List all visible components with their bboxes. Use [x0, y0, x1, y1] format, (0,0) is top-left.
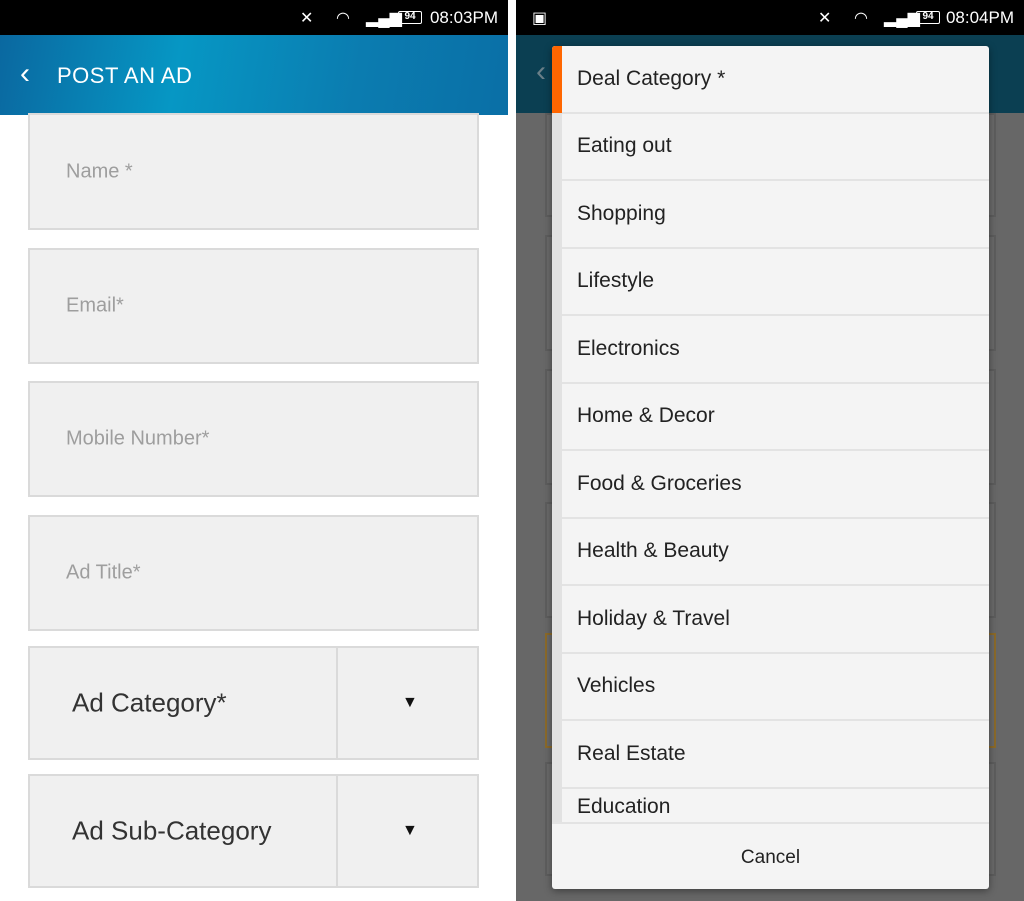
category-dialog: Deal Category * Eating out Shopping Life…	[552, 46, 989, 889]
cancel-button[interactable]: Cancel	[552, 822, 989, 889]
dropdown-arrow-icon[interactable]: ▼	[402, 694, 418, 712]
status-bar: ▣ ✕ ◠ ▂▄▆ 94 08:04PM	[516, 0, 1024, 35]
mobile-number-input[interactable]: Mobile Number*	[28, 381, 479, 497]
category-picker-screen: ‹ ▣ ✕ ◠ ▂▄▆ 94 08:04PM Deal Category * E…	[516, 0, 1024, 901]
list-item-holiday-travel[interactable]: Holiday & Travel	[562, 586, 989, 654]
list-item-label: Education	[577, 794, 671, 818]
list-item-label: Real Estate	[577, 741, 686, 765]
signal-icon: ▂▄▆	[366, 10, 402, 27]
list-item-health-beauty[interactable]: Health & Beauty	[562, 519, 989, 586]
list-item-lifestyle[interactable]: Lifestyle	[562, 249, 989, 316]
list-item-label: Electronics	[577, 336, 680, 360]
list-item-label: Eating out	[577, 134, 672, 158]
list-item-label: Health & Beauty	[577, 539, 729, 563]
ad-category-label: Ad Category*	[72, 687, 227, 718]
list-item-eating-out[interactable]: Eating out	[562, 114, 989, 181]
list-item-label: Vehicles	[577, 674, 656, 698]
list-item-home-decor[interactable]: Home & Decor	[562, 384, 989, 451]
email-input[interactable]: Email*	[28, 248, 479, 364]
ad-title-input[interactable]: Ad Title*	[28, 515, 479, 631]
status-bar: ✕ ◠ ▂▄▆ 94 08:03PM	[0, 0, 508, 35]
page-title: POST AN AD	[57, 63, 193, 88]
vibrate-off-icon: ✕	[300, 10, 314, 27]
divider	[336, 648, 338, 758]
dropdown-arrow-icon[interactable]: ▼	[402, 822, 418, 840]
clock: 08:03PM	[429, 8, 498, 27]
vibrate-off-icon: ✕	[818, 10, 832, 27]
divider	[336, 776, 338, 886]
name-placeholder: Name *	[66, 160, 133, 182]
ad-sub-category-label: Ad Sub-Category	[72, 815, 272, 846]
wifi-icon: ◠	[854, 10, 868, 27]
list-item-deal-category[interactable]: Deal Category *	[562, 46, 989, 114]
ad-title-placeholder: Ad Title*	[66, 561, 141, 584]
clock: 08:04PM	[945, 8, 1014, 27]
back-chevron-icon[interactable]: ‹	[20, 57, 30, 91]
dimmed-back-chevron-icon: ‹	[536, 55, 546, 88]
list-item-shopping[interactable]: Shopping	[562, 181, 989, 249]
category-list[interactable]: Deal Category * Eating out Shopping Life…	[552, 46, 989, 822]
post-ad-screen: ✕ ◠ ▂▄▆ 94 08:03PM ‹ POST AN AD Name * E…	[0, 0, 508, 901]
list-item-label: Deal Category *	[577, 66, 726, 90]
wifi-icon: ◠	[336, 10, 350, 27]
list-item-real-estate[interactable]: Real Estate	[562, 721, 989, 789]
list-item-food-groceries[interactable]: Food & Groceries	[562, 451, 989, 519]
name-input[interactable]: Name *	[28, 113, 479, 230]
list-item-label: Shopping	[577, 201, 666, 225]
list-item-label: Holiday & Travel	[577, 606, 730, 630]
list-item-label: Home & Decor	[577, 404, 715, 428]
list-item-label: Lifestyle	[577, 269, 655, 293]
list-item-label: Food & Groceries	[577, 471, 742, 495]
list-item-electronics[interactable]: Electronics	[562, 316, 989, 384]
email-placeholder: Email*	[66, 294, 124, 317]
battery-icon: 94	[916, 11, 940, 24]
image-notification-icon: ▣	[532, 10, 548, 27]
signal-icon: ▂▄▆	[884, 10, 920, 27]
ad-sub-category-select[interactable]: Ad Sub-Category ▼	[28, 774, 479, 888]
app-header: ‹ POST AN AD	[0, 35, 508, 115]
list-item-vehicles[interactable]: Vehicles	[562, 654, 989, 721]
list-item-education[interactable]: Education	[562, 789, 989, 823]
mobile-placeholder: Mobile Number*	[66, 427, 210, 450]
ad-category-select[interactable]: Ad Category* ▼	[28, 646, 479, 760]
battery-icon: 94	[398, 11, 422, 24]
